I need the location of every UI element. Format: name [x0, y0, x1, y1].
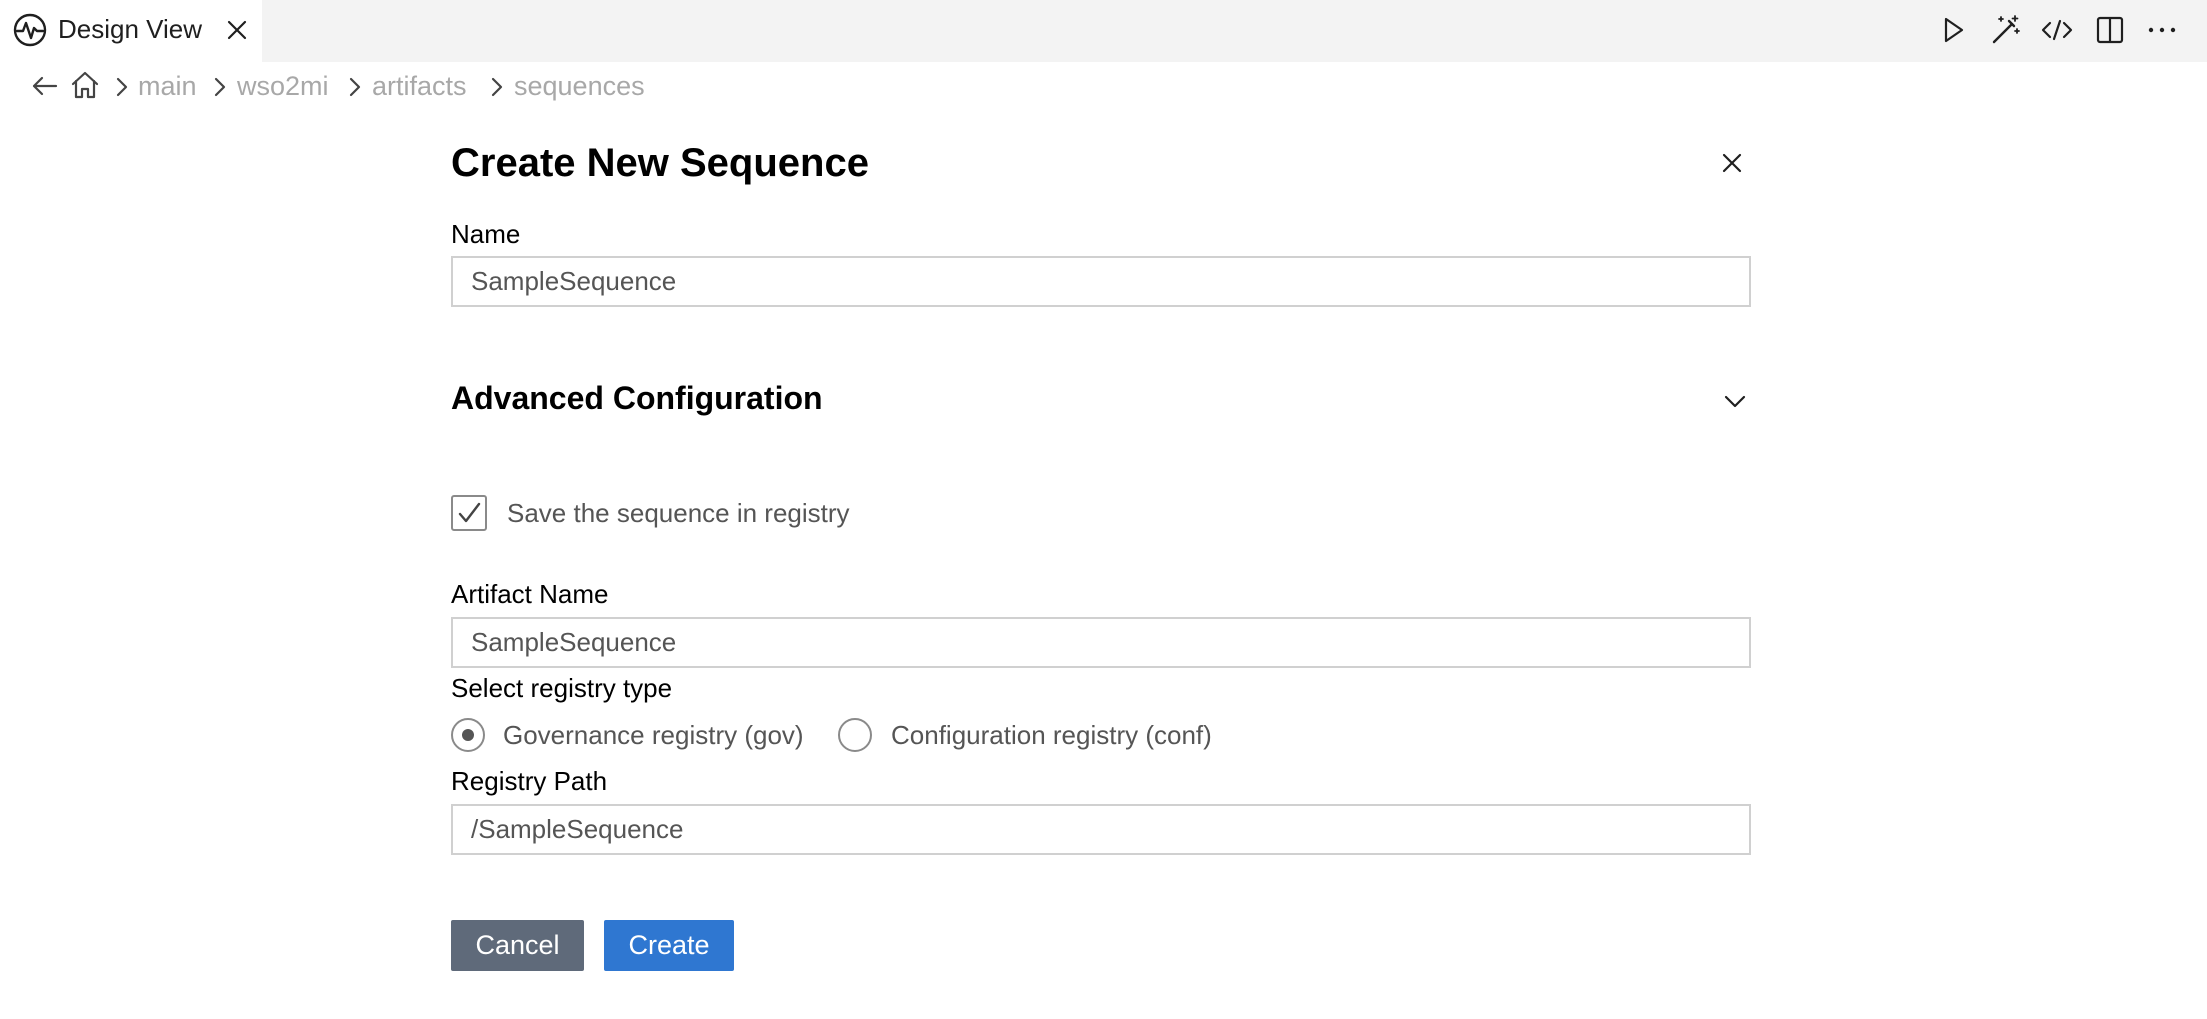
- radio-governance-registry-label[interactable]: Governance registry (gov): [503, 719, 804, 751]
- radio-governance-registry[interactable]: [451, 718, 485, 752]
- breadcrumb-item-main[interactable]: main: [138, 70, 197, 102]
- close-icon[interactable]: [1715, 146, 1749, 180]
- radio-selected-dot: [462, 729, 474, 741]
- activity-icon: [13, 13, 47, 47]
- name-input[interactable]: [451, 256, 1751, 307]
- breadcrumb-item-wso2mi[interactable]: wso2mi: [237, 70, 329, 102]
- breadcrumb-item-sequences[interactable]: sequences: [514, 70, 645, 102]
- name-label: Name: [451, 219, 521, 249]
- page-title: Create New Sequence: [451, 141, 869, 185]
- tab-label: Design View: [58, 14, 203, 44]
- chevron-right-icon: [116, 77, 128, 97]
- checkmark-icon: [458, 502, 481, 523]
- registry-type-label: Select registry type: [451, 673, 673, 703]
- registry-path-input[interactable]: [451, 804, 1751, 855]
- save-in-registry-label[interactable]: Save the sequence in registry: [507, 497, 850, 529]
- chevron-down-icon[interactable]: [1718, 384, 1752, 418]
- close-tab-icon[interactable]: [222, 15, 252, 45]
- breadcrumb-item-artifacts[interactable]: artifacts: [372, 70, 467, 102]
- home-icon[interactable]: [69, 69, 101, 101]
- split-editor-icon[interactable]: [2092, 12, 2128, 48]
- more-icon[interactable]: [2144, 12, 2180, 48]
- magic-wand-icon[interactable]: [1987, 12, 2023, 48]
- advanced-configuration-title[interactable]: Advanced Configuration: [451, 378, 823, 418]
- radio-configuration-registry[interactable]: [838, 718, 872, 752]
- code-icon[interactable]: [2039, 12, 2075, 48]
- registry-path-label: Registry Path: [451, 766, 608, 796]
- run-icon[interactable]: [1935, 12, 1971, 48]
- save-in-registry-checkbox[interactable]: [451, 495, 487, 531]
- chevron-right-icon: [214, 77, 226, 97]
- back-arrow-icon[interactable]: [29, 70, 61, 102]
- radio-configuration-registry-label[interactable]: Configuration registry (conf): [891, 719, 1212, 751]
- create-button[interactable]: Create: [604, 920, 734, 971]
- artifact-name-label: Artifact Name: [451, 579, 609, 609]
- chevron-right-icon: [349, 77, 361, 97]
- editor-tab-bar: Design View: [0, 0, 2207, 62]
- artifact-name-input[interactable]: [451, 617, 1751, 668]
- tab-design-view[interactable]: Design View: [0, 0, 262, 62]
- breadcrumb: main wso2mi artifacts sequences: [0, 62, 2207, 110]
- chevron-right-icon: [491, 77, 503, 97]
- cancel-button[interactable]: Cancel: [451, 920, 584, 971]
